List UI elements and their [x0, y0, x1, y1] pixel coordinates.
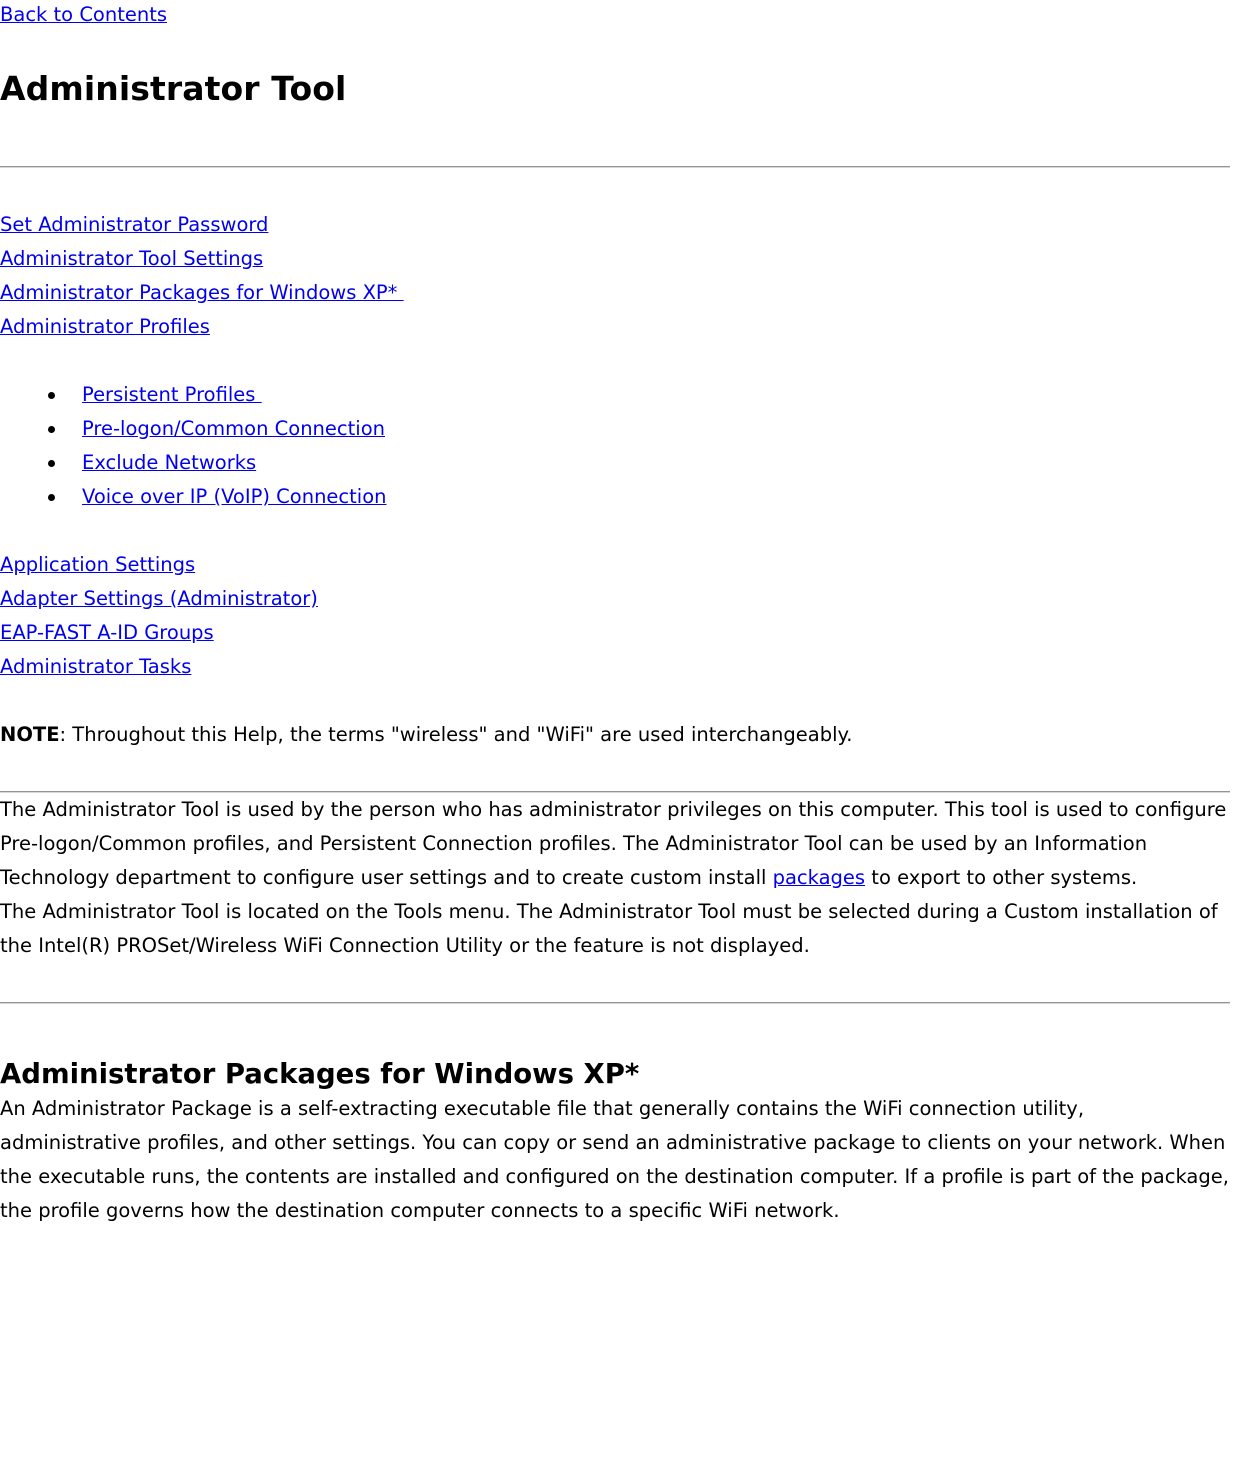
- toc-link-application-settings[interactable]: Application Settings: [0, 553, 195, 576]
- toc-link-administrator-packages-windows-xp[interactable]: Administrator Packages for Windows XP*: [0, 281, 404, 304]
- list-item: Adapter Settings (Administrator): [0, 582, 1230, 616]
- list-item: Administrator Packages for Windows XP*: [0, 276, 1230, 310]
- list-item: Administrator Profiles: [0, 310, 1230, 344]
- toc-link-exclude-networks[interactable]: Exclude Networks: [82, 451, 256, 474]
- note-label: NOTE: [0, 723, 60, 746]
- list-item: Pre-logon/Common Connection: [48, 412, 1230, 446]
- list-item: Set Administrator Password: [0, 208, 1230, 242]
- toc-primary-link-list: Set Administrator Password Administrator…: [0, 208, 1230, 344]
- back-to-contents-row: Back to Contents: [0, 0, 1230, 29]
- toc-link-administrator-tool-settings[interactable]: Administrator Tool Settings: [0, 247, 263, 270]
- toc-link-eap-fast-a-id-groups[interactable]: EAP-FAST A-ID Groups: [0, 621, 214, 644]
- list-item: Application Settings: [0, 548, 1230, 582]
- list-item: EAP-FAST A-ID Groups: [0, 616, 1230, 650]
- intro-paragraph-text-after-link: to export to other systems.: [865, 866, 1138, 889]
- section-divider-bottom: [0, 1002, 1230, 1004]
- tools-menu-paragraph: The Administrator Tool is located on the…: [0, 900, 1218, 957]
- toc-link-persistent-profiles[interactable]: Persistent Profiles: [82, 383, 262, 406]
- list-item: Administrator Tasks: [0, 650, 1230, 684]
- toc-link-administrator-tasks[interactable]: Administrator Tasks: [0, 655, 191, 678]
- list-item: Exclude Networks: [48, 446, 1230, 480]
- page-title: Administrator Tool: [0, 69, 347, 108]
- section-divider-top: [0, 166, 1230, 168]
- list-item: Persistent Profiles: [48, 378, 1230, 412]
- list-item: Administrator Tool Settings: [0, 242, 1230, 276]
- list-item: Voice over IP (VoIP) Connection: [48, 480, 1230, 514]
- toc-link-adapter-settings-administrator[interactable]: Adapter Settings (Administrator): [0, 587, 318, 610]
- administrator-profiles-bullet-list: Persistent Profiles Pre-logon/Common Con…: [0, 378, 1230, 514]
- note-block: NOTE: Throughout this Help, the terms "w…: [0, 718, 1230, 752]
- section-title-administrator-packages: Administrator Packages for Windows XP*: [0, 1058, 640, 1090]
- toc-link-set-administrator-password[interactable]: Set Administrator Password: [0, 213, 268, 236]
- toc-link-voice-over-ip-connection[interactable]: Voice over IP (VoIP) Connection: [82, 485, 387, 508]
- administrator-package-paragraph: An Administrator Package is a self-extra…: [0, 1097, 1229, 1222]
- toc-secondary-link-list: Application Settings Adapter Settings (A…: [0, 548, 1230, 684]
- toc-link-pre-logon-common-connection[interactable]: Pre-logon/Common Connection: [82, 417, 385, 440]
- note-text: : Throughout this Help, the terms "wirel…: [59, 723, 853, 746]
- toc-link-administrator-profiles[interactable]: Administrator Profiles: [0, 315, 210, 338]
- intro-paragraph: The Administrator Tool is used by the pe…: [0, 793, 1230, 895]
- back-to-contents-link[interactable]: Back to Contents: [0, 3, 167, 26]
- help-document-page: Back to Contents Administrator Tool Set …: [0, 0, 1230, 1228]
- packages-inline-link[interactable]: packages: [773, 866, 865, 889]
